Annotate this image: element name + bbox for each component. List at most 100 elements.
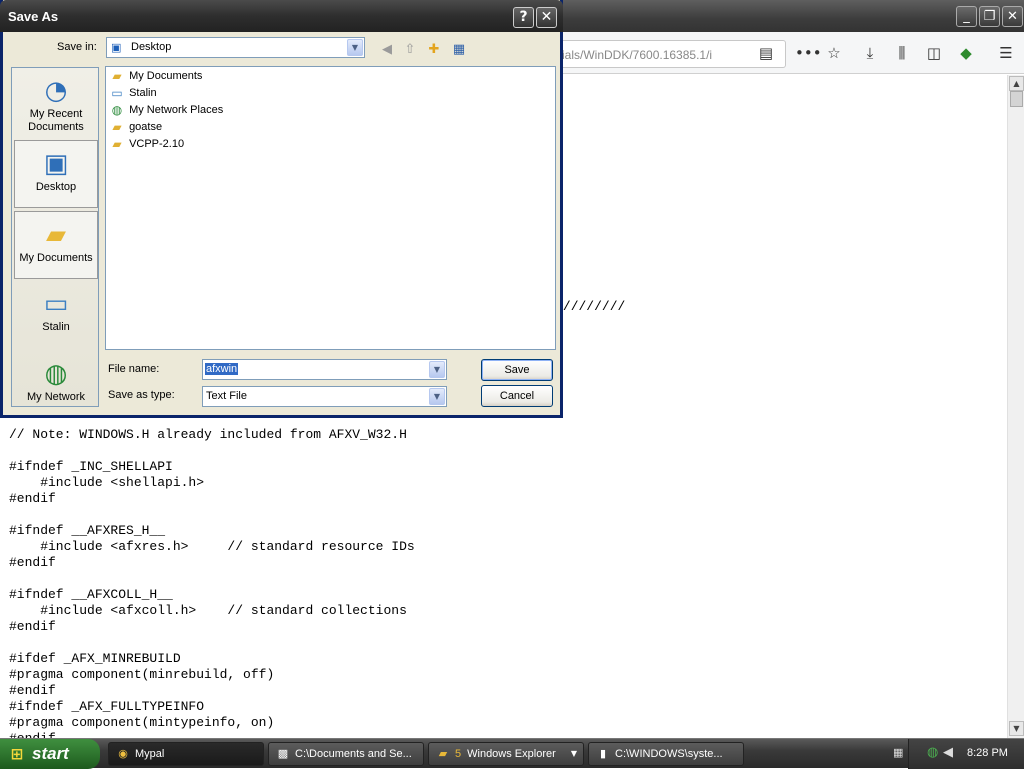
- place-label: Desktop: [35, 181, 77, 193]
- save-in-dropdown[interactable]: ▣ Desktop ▼: [106, 37, 365, 58]
- download-icon[interactable]: ⤓: [859, 42, 881, 64]
- dialog-body: Save in: ▣ Desktop ▼ ◀ ⇧ ✚ ▦ ◔ My Recent…: [3, 32, 560, 415]
- chevron-down-icon[interactable]: ▼: [429, 361, 445, 378]
- task-mypal[interactable]: ◉ Mypal: [108, 742, 264, 766]
- save-button[interactable]: Save: [481, 359, 553, 381]
- scroll-thumb[interactable]: [1010, 91, 1023, 107]
- file-name-field[interactable]: afxwin ▼: [202, 359, 447, 380]
- place-my-computer[interactable]: ▭ Stalin: [14, 281, 98, 349]
- help-button[interactable]: ?: [513, 7, 534, 28]
- dialog-close-button[interactable]: ✕: [536, 7, 557, 28]
- up-folder-icon[interactable]: ⇧: [400, 40, 420, 60]
- browser-icon: ◉: [118, 747, 128, 760]
- network-places-icon: ◍: [111, 103, 123, 117]
- system-tray: ▦ ◍ ◀ 8:28 PM: [893, 739, 1024, 769]
- library-icon[interactable]: ⫼: [891, 42, 913, 64]
- place-label: Stalin: [42, 321, 70, 333]
- list-item[interactable]: ◍ My Network Places: [109, 103, 223, 119]
- place-desktop[interactable]: ▣ Desktop: [14, 140, 98, 208]
- new-folder-icon[interactable]: ✚: [424, 40, 444, 60]
- taskbar: ⊞ start ◉ Mypal ▩ C:\Documents and Se... ▰…: [0, 738, 1024, 769]
- save-in-value: Desktop: [131, 41, 172, 53]
- task-count-badge: 5: [455, 748, 462, 760]
- computer-icon: ▭: [111, 86, 123, 100]
- list-item[interactable]: ▰ VCPP-2.10: [109, 137, 184, 153]
- file-label: My Network Places: [129, 104, 224, 116]
- task-7zip[interactable]: ▩ C:\Documents and Se...: [268, 742, 424, 766]
- task-label: Mypal: [135, 748, 165, 760]
- scroll-up-arrow[interactable]: ▲: [1009, 76, 1024, 91]
- file-name-value: afxwin: [205, 363, 239, 375]
- code-line: // Note: WINDOWS.H already included from…: [9, 427, 407, 442]
- restore-button[interactable]: ❐: [979, 6, 1000, 27]
- more-actions-icon[interactable]: •••: [795, 42, 822, 64]
- windows-logo-icon: ⊞: [10, 745, 24, 763]
- bookmark-star-icon[interactable]: ☆: [823, 42, 845, 64]
- my-computer-icon: ▭: [43, 289, 69, 319]
- code-line: #ifndef _INC_SHELLAPI: [9, 459, 173, 474]
- list-item[interactable]: ▰ goatse: [109, 120, 162, 136]
- cancel-button[interactable]: Cancel: [481, 385, 553, 407]
- task-console[interactable]: ▮ C:\WINDOWS\syste...: [588, 742, 744, 766]
- chevron-down-icon: ▼: [570, 749, 577, 758]
- console-icon: ▮: [599, 747, 607, 760]
- code-line: #endif: [9, 491, 56, 506]
- volume-icon[interactable]: ◀: [943, 745, 953, 760]
- dialog-titlebar[interactable]: Save As ? ✕: [0, 0, 563, 32]
- start-button[interactable]: ⊞ start: [0, 739, 100, 769]
- chevron-down-icon[interactable]: ▼: [429, 388, 445, 405]
- list-item[interactable]: ▭ Stalin: [109, 86, 156, 102]
- code-line: #include <afxcoll.h> // standard collect…: [9, 603, 407, 618]
- code-line: #endif: [9, 731, 625, 738]
- code-line: #ifndef _AFX_FULLTYPEINFO: [9, 699, 205, 714]
- vertical-scrollbar[interactable]: ▲ ▼: [1007, 75, 1024, 738]
- place-my-network[interactable]: ◍ My Network: [14, 351, 98, 419]
- my-network-icon: ◍: [44, 359, 68, 389]
- places-bar: ◔ My Recent Documents ▣ Desktop ▰ My Doc…: [11, 67, 99, 407]
- close-button[interactable]: ✕: [1002, 6, 1023, 27]
- place-label: My Documents: [19, 252, 93, 264]
- place-label: My Recent Documents: [28, 108, 84, 133]
- save-as-type-dropdown[interactable]: Text File ▼: [202, 386, 447, 407]
- file-name-label: File name:: [108, 363, 160, 375]
- place-recent-documents[interactable]: ◔ My Recent Documents: [14, 68, 98, 136]
- file-label: My Documents: [129, 70, 203, 82]
- code-line: #endif: [9, 683, 56, 698]
- clock[interactable]: 8:28 PM: [967, 747, 1008, 759]
- 7zip-icon: ▩: [277, 747, 289, 760]
- code-line: #pragma component(mintypeinfo, on): [9, 715, 275, 730]
- folder-icon: ▰: [112, 120, 122, 134]
- folder-documents-icon: ▰: [112, 69, 122, 83]
- reader-view-icon[interactable]: ▤: [755, 42, 777, 64]
- save-as-type-label: Save as type:: [108, 389, 175, 401]
- back-icon[interactable]: ◀: [377, 40, 397, 60]
- code-line: #ifndef __AFXCOLL_H__: [9, 587, 173, 602]
- minimize-button[interactable]: _: [956, 6, 977, 27]
- task-label: Windows Explorer: [467, 748, 556, 760]
- start-label: start: [32, 744, 69, 763]
- file-list[interactable]: ▰ My Documents ▭ Stalin ◍ My Network Pla…: [105, 66, 556, 350]
- network-tray-icon[interactable]: ◍: [927, 745, 938, 760]
- scroll-down-arrow[interactable]: ▼: [1009, 721, 1024, 736]
- url-bar[interactable]: ials/WinDDK/7600.16385.1/i: [540, 40, 786, 68]
- dialog-title: Save As: [8, 9, 59, 24]
- place-my-documents[interactable]: ▰ My Documents: [14, 211, 98, 279]
- views-menu-icon[interactable]: ▦: [449, 40, 469, 60]
- code-line: #include <shellapi.h>: [9, 475, 205, 490]
- save-in-label: Save in:: [57, 41, 97, 53]
- menu-icon[interactable]: ☰: [995, 42, 1017, 64]
- file-label: goatse: [129, 121, 163, 133]
- sidebar-icon[interactable]: ◫: [923, 42, 945, 64]
- task-windows-explorer[interactable]: ▰ 5 Windows Explorer ▼: [428, 742, 584, 766]
- extension-icon[interactable]: ◆: [955, 42, 977, 64]
- task-label: C:\WINDOWS\syste...: [615, 748, 723, 760]
- recent-documents-icon: ◔: [44, 76, 68, 106]
- list-item[interactable]: ▰ My Documents: [109, 69, 202, 85]
- keyboard-icon[interactable]: ▦: [893, 746, 903, 759]
- task-label: C:\Documents and Se...: [295, 748, 412, 760]
- chevron-down-icon[interactable]: ▼: [347, 39, 363, 56]
